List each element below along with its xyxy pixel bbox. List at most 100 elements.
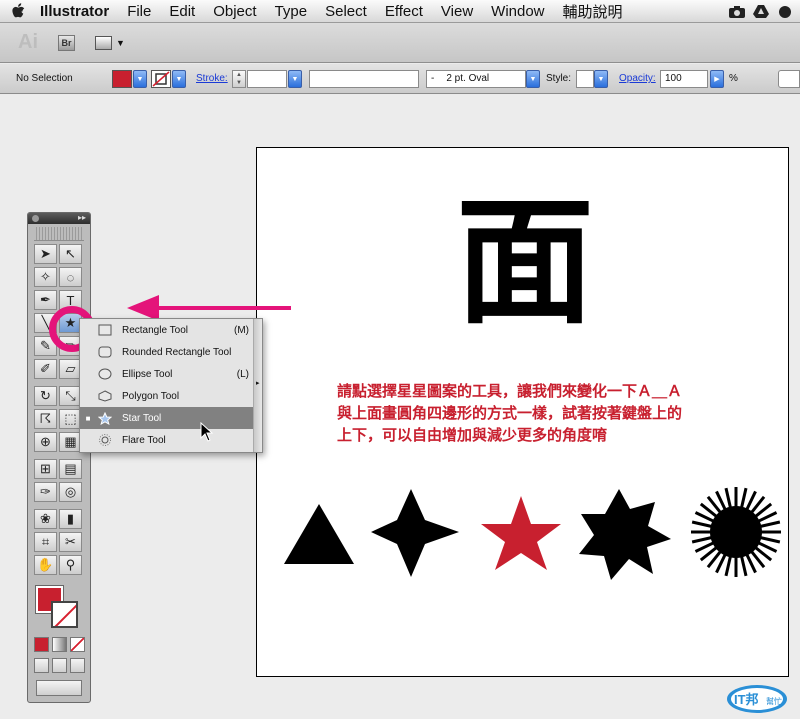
variable-width-profile[interactable] <box>309 70 419 88</box>
direct-selection-tool-button[interactable]: ↖ <box>59 244 82 264</box>
magic-wand-tool-icon: ✧ <box>40 269 51 284</box>
none-button[interactable] <box>70 637 85 652</box>
shape-builder-tool-icon: ⊕ <box>40 434 51 449</box>
apple-menu-icon[interactable] <box>0 0 36 23</box>
tearoff-bar[interactable]: ▸ <box>253 319 262 452</box>
artboard-glyph: 面 <box>456 182 595 343</box>
google-drive-icon[interactable] <box>752 4 770 19</box>
opacity-label[interactable]: Opacity: <box>619 73 656 84</box>
rotate-tool-button[interactable]: ↻ <box>34 386 57 406</box>
arrange-documents-button[interactable]: ▼ <box>95 35 125 50</box>
symbol-sprayer-tool-icon: ❀ <box>40 511 51 526</box>
menu-view[interactable]: View <box>432 3 482 20</box>
flyout-ellipse-tool[interactable]: Ellipse Tool (L) <box>80 363 255 385</box>
menu-object[interactable]: Object <box>204 3 265 20</box>
column-graph-tool-button[interactable]: ▮ <box>59 509 82 529</box>
burst-star-shape[interactable] <box>691 487 781 577</box>
style-dropdown-button[interactable]: ▼ <box>594 70 608 88</box>
camera-icon[interactable] <box>728 4 746 19</box>
magic-wand-tool-button[interactable]: ✧ <box>34 267 57 287</box>
mouse-cursor-icon <box>200 422 214 442</box>
artboard[interactable]: 面 請點選擇星星圖案的工具，讓我們來變化一下Ａ＿Ａ 與上面畫圓角四邊形的方式一樣… <box>256 147 789 677</box>
flyout-flare-tool[interactable]: Flare Tool <box>80 429 255 451</box>
flyout-rounded-rectangle-tool[interactable]: Rounded Rectangle Tool <box>80 341 255 363</box>
flyout-item-label: Star Tool <box>122 412 162 424</box>
bridge-button[interactable]: Br <box>58 34 75 51</box>
stroke-weight-field[interactable] <box>247 70 287 88</box>
opacity-field[interactable]: 100 <box>660 70 708 88</box>
eraser-tool-icon: ▱ <box>65 361 76 376</box>
hand-tool-icon: ✋ <box>37 557 54 572</box>
app-menu[interactable]: Illustrator <box>36 3 118 20</box>
symbol-sprayer-tool-button[interactable]: ❀ <box>34 509 57 529</box>
flyout-star-tool[interactable]: ■ Star Tool <box>80 407 255 429</box>
gradient-tool-button[interactable]: ▤ <box>59 459 82 479</box>
flyout-rectangle-tool[interactable]: Rectangle Tool (M) <box>80 319 255 341</box>
selection-tool-icon: ➤ <box>40 246 51 261</box>
graphic-style-swatch[interactable] <box>576 70 594 88</box>
mesh-tool-icon: ⊞ <box>40 461 51 476</box>
rectangle-icon <box>96 323 114 337</box>
stroke-weight-dropdown[interactable]: ▼ <box>288 70 302 88</box>
menu-help[interactable]: 輔助說明 <box>554 1 632 22</box>
fill-color-swatch[interactable] <box>112 70 132 88</box>
stroke-weight-stepper[interactable]: ▲ ▼ <box>232 70 246 88</box>
slice-tool-icon: ✂ <box>65 534 76 549</box>
draw-normal-button[interactable] <box>34 658 49 673</box>
blend-tool-button[interactable]: ◎ <box>59 482 82 502</box>
eyedropper-tool-icon: ✑ <box>40 484 51 499</box>
brush-definition-field[interactable]: - 2 pt. Oval <box>426 70 526 88</box>
warp-tool-button[interactable]: ☈ <box>34 409 57 429</box>
draw-inside-button[interactable] <box>70 658 85 673</box>
stroke-swatch[interactable] <box>51 601 78 628</box>
menu-type[interactable]: Type <box>266 3 317 20</box>
seven-point-star-shape[interactable] <box>579 489 671 580</box>
fill-dropdown-button[interactable]: ▼ <box>133 70 147 88</box>
lasso-tool-button[interactable]: ◌ <box>59 267 82 287</box>
menu-file[interactable]: File <box>118 3 160 20</box>
perspective-grid-tool-icon: ▦ <box>64 434 77 449</box>
gradient-button[interactable] <box>52 637 67 652</box>
stroke-color-swatch[interactable] <box>151 70 171 88</box>
collapse-panel-icon[interactable]: ▸▸ <box>78 213 86 222</box>
artboard-tool-button[interactable]: ⌗ <box>34 532 57 552</box>
slice-tool-button[interactable]: ✂ <box>59 532 82 552</box>
color-button[interactable] <box>34 637 49 652</box>
screen-mode-button[interactable] <box>36 680 82 696</box>
direct-selection-tool-icon: ↖ <box>65 246 76 261</box>
hand-tool-button[interactable]: ✋ <box>34 555 57 575</box>
control-panel-overflow[interactable] <box>778 70 800 88</box>
free-transform-tool-icon: ⬚ <box>64 411 77 426</box>
stroke-dropdown-button[interactable]: ▼ <box>172 70 186 88</box>
zoom-tool-button[interactable]: ⚲ <box>59 555 82 575</box>
opacity-dropdown-button[interactable]: ▶ <box>710 70 724 88</box>
shapes-row <box>284 487 781 580</box>
tools-panel-titlebar[interactable]: ▸▸ <box>28 213 90 224</box>
mesh-tool-button[interactable]: ⊞ <box>34 459 57 479</box>
triangle-shape[interactable] <box>284 504 354 564</box>
lasso-tool-icon: ◌ <box>66 269 75 285</box>
menubar-status-icon[interactable] <box>776 4 794 19</box>
flyout-item-label: Rounded Rectangle Tool <box>122 346 232 358</box>
close-icon[interactable] <box>32 215 39 222</box>
menu-select[interactable]: Select <box>316 3 376 20</box>
stroke-label[interactable]: Stroke: <box>196 73 228 84</box>
five-point-star-shape[interactable] <box>481 496 561 570</box>
four-point-star-shape[interactable] <box>371 489 459 577</box>
panel-grip[interactable] <box>34 227 84 241</box>
menu-effect[interactable]: Effect <box>376 3 432 20</box>
logo-text: IT邦 <box>734 692 759 707</box>
zoom-tool-icon: ⚲ <box>65 557 76 572</box>
flyout-polygon-tool[interactable]: Polygon Tool <box>80 385 255 407</box>
menu-edit[interactable]: Edit <box>160 3 204 20</box>
pen-tool-button[interactable]: ✒ <box>34 290 57 310</box>
draw-behind-button[interactable] <box>52 658 67 673</box>
selection-tool-button[interactable]: ➤ <box>34 244 57 264</box>
blob-brush-tool-button[interactable]: ✐ <box>34 359 57 379</box>
brush-dropdown-button[interactable]: ▼ <box>526 70 540 88</box>
eyedropper-tool-button[interactable]: ✑ <box>34 482 57 502</box>
shape-builder-tool-button[interactable]: ⊕ <box>34 432 57 452</box>
instruction-line-2: 與上面畫圓角四邊形的方式一樣，試著按著鍵盤上的 <box>337 404 683 422</box>
star-icon <box>96 411 114 425</box>
menu-window[interactable]: Window <box>482 3 553 20</box>
